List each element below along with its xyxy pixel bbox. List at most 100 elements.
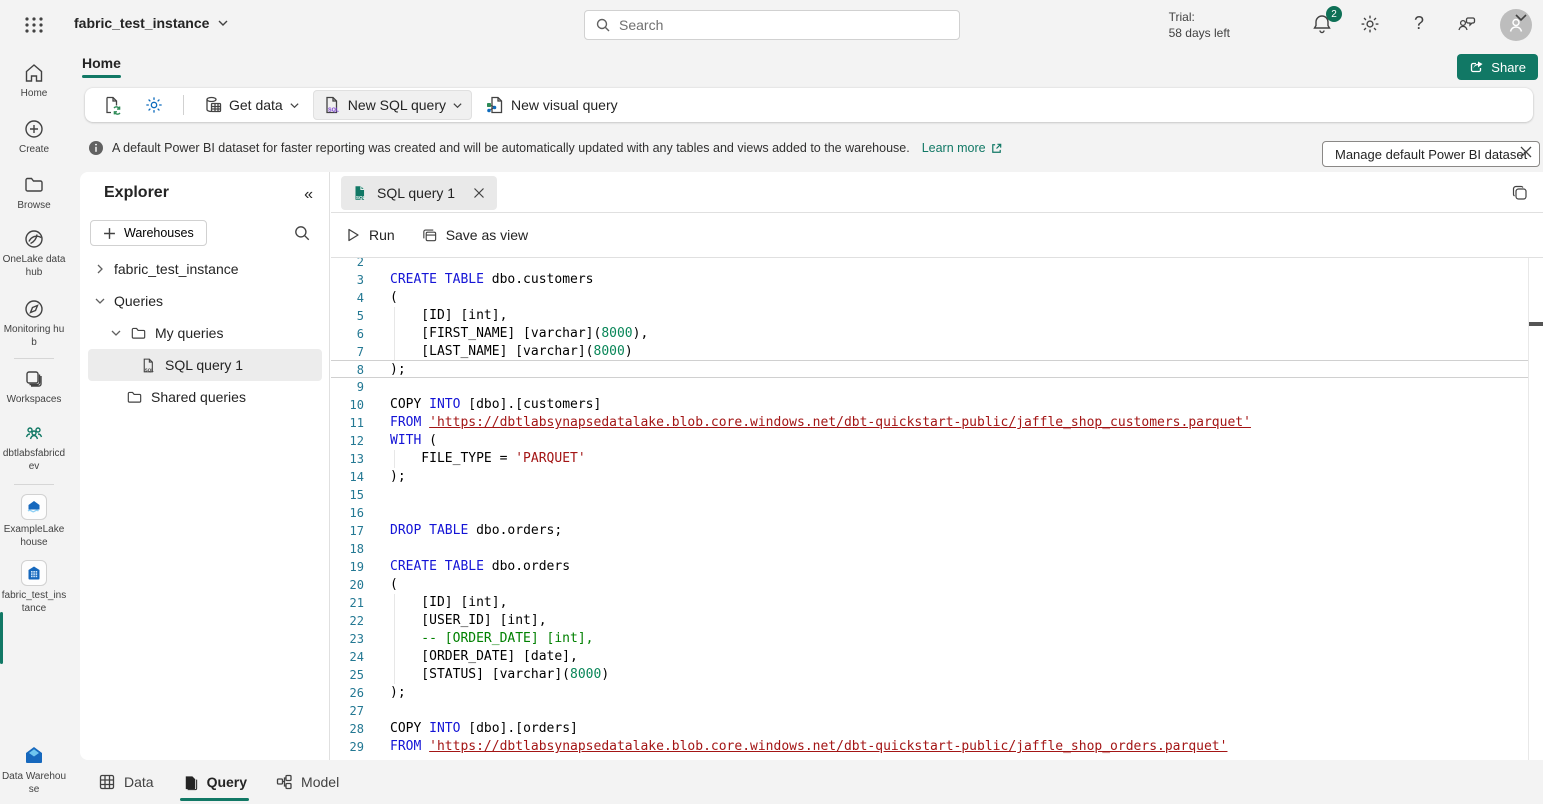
code-line[interactable]: 2 bbox=[331, 258, 1529, 271]
tree-item-queries[interactable]: Queries bbox=[88, 285, 322, 317]
code-line[interactable]: 29FROM 'https://dbtlabsynapsedatalake.bl… bbox=[331, 738, 1529, 756]
external-link-icon bbox=[990, 142, 1003, 155]
manage-default-dataset-button[interactable]: Manage default Power BI dataset bbox=[1322, 141, 1540, 167]
line-number: 20 bbox=[331, 576, 364, 594]
search-input[interactable]: Search bbox=[584, 10, 960, 40]
tab-home[interactable]: Home bbox=[82, 55, 121, 71]
plus-circle-icon bbox=[23, 118, 45, 140]
sql-code-editor[interactable]: 23CREATE TABLE dbo.customers4(5 [ID] [in… bbox=[331, 258, 1543, 760]
tab-data[interactable]: Data bbox=[98, 760, 154, 804]
code-line[interactable]: 28COPY INTO [dbo].[orders] bbox=[331, 720, 1529, 738]
code-line[interactable]: 25 [STATUS] [varchar](8000) bbox=[331, 666, 1529, 684]
nav-examplelakehouse[interactable]: ExampleLakehouse bbox=[0, 494, 68, 549]
code-line[interactable]: 23 -- [ORDER_DATE] [int], bbox=[331, 630, 1529, 648]
code-line[interactable]: 24 [ORDER_DATE] [date], bbox=[331, 648, 1529, 666]
top-bar: fabric_test_instance Search Trial: 58 da… bbox=[0, 0, 1543, 50]
nav-create[interactable]: Create bbox=[0, 118, 68, 156]
nav-data-warehouse[interactable]: Data Warehouse bbox=[0, 743, 68, 796]
code-line[interactable]: 19CREATE TABLE dbo.orders bbox=[331, 558, 1529, 576]
nav-fabric-test-instance[interactable]: fabric_test_instance bbox=[0, 560, 68, 615]
code-line[interactable]: 3CREATE TABLE dbo.customers bbox=[331, 271, 1529, 289]
close-tab-icon[interactable] bbox=[471, 185, 487, 201]
editor-scrollbar[interactable] bbox=[1528, 258, 1529, 760]
line-number: 16 bbox=[331, 504, 364, 522]
new-visual-query-button[interactable]: New visual query bbox=[476, 90, 627, 120]
code-line[interactable]: 5 [ID] [int], bbox=[331, 307, 1529, 325]
code-line[interactable]: 8); bbox=[331, 360, 1529, 378]
code-line[interactable]: 16 bbox=[331, 504, 1529, 522]
code-line[interactable]: 17DROP TABLE dbo.orders; bbox=[331, 522, 1529, 540]
tree-item-my-queries[interactable]: My queries bbox=[88, 317, 322, 349]
toolbar-divider bbox=[183, 95, 184, 115]
code-line[interactable]: 13 FILE_TYPE = 'PARQUET' bbox=[331, 450, 1529, 468]
query-editor: SQL SQL query 1 Run Save as view bbox=[331, 172, 1543, 760]
sql-file-green-icon: SQL bbox=[351, 184, 369, 202]
code-line[interactable]: 10COPY INTO [dbo].[customers] bbox=[331, 396, 1529, 414]
code-line[interactable]: 7 [LAST_NAME] [varchar](8000) bbox=[331, 343, 1529, 361]
query-tab[interactable]: SQL SQL query 1 bbox=[341, 176, 497, 210]
code-line[interactable]: 27 bbox=[331, 702, 1529, 720]
info-banner: A default Power BI dataset for faster re… bbox=[88, 140, 1303, 156]
nav-monitoring-hub[interactable]: Monitoring hub bbox=[0, 298, 68, 349]
gear-blue-icon bbox=[144, 95, 164, 115]
copy-button[interactable] bbox=[1511, 184, 1529, 202]
help-button[interactable]: ? bbox=[1407, 13, 1431, 37]
code-line[interactable]: 6 [FIRST_NAME] [varchar](8000), bbox=[331, 325, 1529, 343]
banner-close-button[interactable] bbox=[1518, 144, 1538, 164]
app-launcher-icon[interactable] bbox=[22, 13, 46, 37]
code-line[interactable]: 9 bbox=[331, 378, 1529, 396]
line-number: 6 bbox=[331, 325, 364, 343]
line-number: 14 bbox=[331, 468, 364, 486]
learn-more-link[interactable]: Learn more bbox=[922, 141, 1003, 155]
explorer-title: Explorer bbox=[104, 184, 169, 202]
get-data-button[interactable]: Get data bbox=[194, 90, 309, 120]
line-number: 18 bbox=[331, 540, 364, 558]
tree-item-warehouse[interactable]: fabric_test_instance bbox=[88, 253, 322, 285]
line-number: 11 bbox=[331, 414, 364, 432]
feedback-button[interactable] bbox=[1455, 13, 1479, 37]
explorer-search-button[interactable] bbox=[293, 224, 311, 242]
tab-model[interactable]: Model bbox=[275, 760, 339, 804]
save-as-view-icon bbox=[421, 227, 438, 244]
save-as-view-button[interactable]: Save as view bbox=[421, 227, 528, 244]
new-sql-query-button[interactable]: SQL New SQL query bbox=[313, 90, 472, 120]
workspace-switcher[interactable]: fabric_test_instance bbox=[74, 15, 229, 31]
code-line[interactable]: 21 [ID] [int], bbox=[331, 594, 1529, 612]
nav-dbtlabsfabricdev[interactable]: dbtlabsfabricdev bbox=[0, 422, 68, 473]
run-button[interactable]: Run bbox=[345, 227, 395, 243]
code-line[interactable]: 14); bbox=[331, 468, 1529, 486]
indent-guide bbox=[394, 594, 395, 612]
settings-button[interactable] bbox=[1359, 13, 1383, 37]
trial-status: Trial: 58 days left bbox=[1169, 9, 1230, 41]
line-number: 19 bbox=[331, 558, 364, 576]
notifications-button[interactable]: 2 bbox=[1311, 13, 1335, 37]
chevron-down-icon bbox=[110, 327, 122, 339]
plus-icon bbox=[103, 227, 116, 240]
nav-onelake-data-hub[interactable]: OneLake data hub bbox=[0, 228, 68, 279]
line-number: 5 bbox=[331, 307, 364, 325]
code-line[interactable]: 26); bbox=[331, 684, 1529, 702]
collapse-ribbon-button[interactable] bbox=[1513, 9, 1529, 25]
share-button[interactable]: Share bbox=[1457, 54, 1538, 80]
nav-home[interactable]: Home bbox=[0, 62, 68, 100]
code-line[interactable]: 15 bbox=[331, 486, 1529, 504]
play-icon bbox=[345, 227, 361, 243]
nav-browse[interactable]: Browse bbox=[0, 174, 68, 212]
nav-workspaces[interactable]: Workspaces bbox=[0, 368, 68, 406]
code-line[interactable]: 20( bbox=[331, 576, 1529, 594]
tab-query[interactable]: Query bbox=[182, 760, 247, 804]
new-item-button[interactable] bbox=[93, 90, 131, 120]
share-icon bbox=[1469, 59, 1485, 75]
line-number: 12 bbox=[331, 432, 364, 450]
tree-item-sql-query-1[interactable]: SQL SQL query 1 bbox=[88, 349, 322, 381]
settings-ribbon-button[interactable] bbox=[135, 90, 173, 120]
close-icon bbox=[1518, 144, 1534, 160]
code-line[interactable]: 18 bbox=[331, 540, 1529, 558]
tree-item-shared-queries[interactable]: Shared queries bbox=[88, 381, 322, 413]
add-warehouses-button[interactable]: Warehouses bbox=[90, 220, 207, 246]
code-line[interactable]: 11FROM 'https://dbtlabsynapsedatalake.bl… bbox=[331, 414, 1529, 432]
code-line[interactable]: 12WITH ( bbox=[331, 432, 1529, 450]
collapse-explorer-button[interactable]: « bbox=[304, 186, 313, 204]
code-line[interactable]: 4( bbox=[331, 289, 1529, 307]
code-line[interactable]: 22 [USER_ID] [int], bbox=[331, 612, 1529, 630]
